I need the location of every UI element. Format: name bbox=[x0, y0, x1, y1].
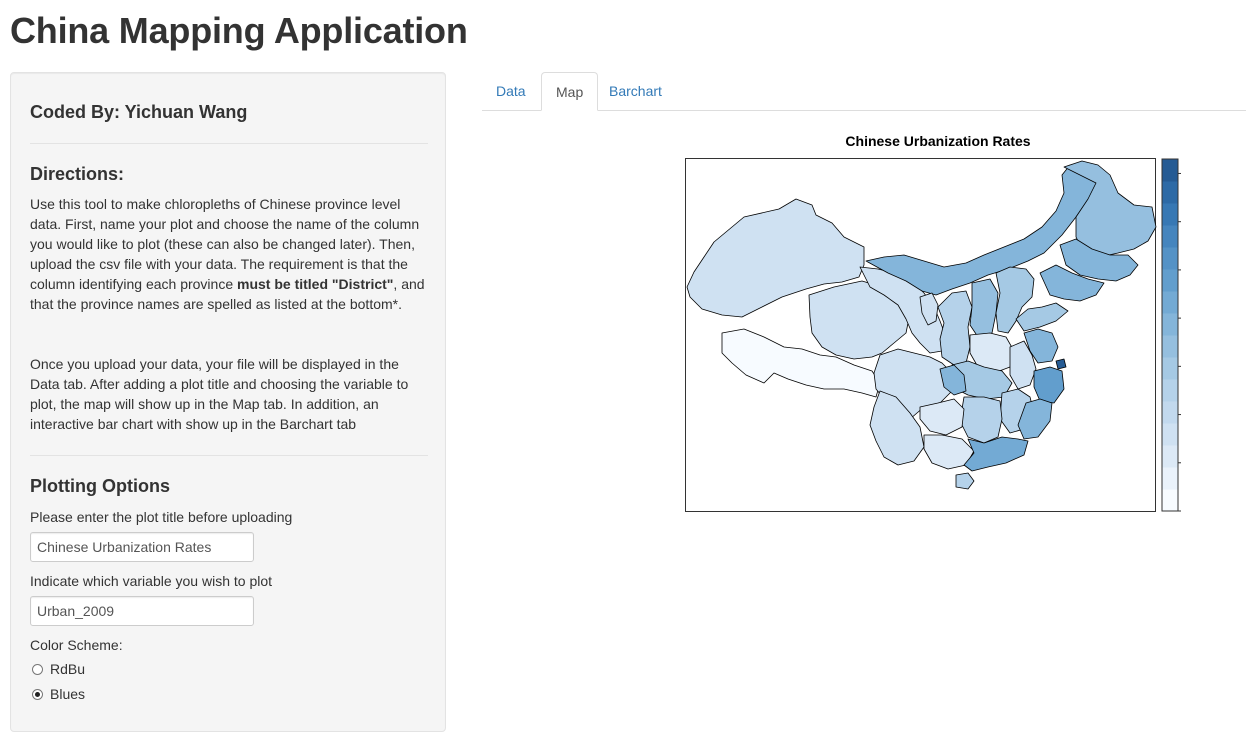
legend-swatch bbox=[1162, 269, 1178, 292]
directions-text-bold: must be titled "District" bbox=[237, 276, 394, 292]
divider bbox=[30, 455, 428, 456]
legend-swatch bbox=[1162, 291, 1178, 314]
directions-paragraph-1: Use this tool to make chloropleths of Ch… bbox=[30, 194, 426, 314]
legend-swatch bbox=[1162, 489, 1178, 512]
province-shanghai bbox=[1055, 358, 1067, 370]
color-scheme-label: Color Scheme: bbox=[30, 637, 123, 653]
tab-barchart[interactable]: Barchart bbox=[595, 72, 676, 110]
legend-swatch bbox=[1162, 379, 1178, 402]
app-title: China Mapping Application bbox=[10, 10, 468, 51]
plot-title-label: Please enter the plot title before uploa… bbox=[30, 509, 293, 525]
legend-swatch bbox=[1162, 401, 1178, 424]
radio-button-blues[interactable] bbox=[32, 688, 43, 700]
radio-option-rdbu[interactable]: RdBu bbox=[30, 659, 85, 679]
radio-button-rdbu[interactable] bbox=[32, 663, 43, 675]
radio-option-blues[interactable]: Blues bbox=[30, 684, 85, 704]
plot-title-input[interactable] bbox=[30, 532, 254, 562]
map-plot: 9080706050403020 bbox=[685, 158, 1181, 512]
province-shaanxi bbox=[937, 290, 973, 366]
plotting-options-heading: Plotting Options bbox=[30, 476, 170, 496]
radio-label-rdbu: RdBu bbox=[50, 661, 86, 677]
legend-swatch bbox=[1162, 225, 1178, 248]
directions-heading: Directions: bbox=[30, 164, 125, 184]
map-title: Chinese Urbanization Rates bbox=[845, 133, 1031, 149]
coded-by-heading: Coded By: Yichuan Wang bbox=[30, 102, 248, 122]
tab-map[interactable]: Map bbox=[541, 72, 599, 111]
radio-label-blues: Blues bbox=[50, 686, 86, 702]
variable-label: Indicate which variable you wish to plot bbox=[30, 573, 273, 589]
legend-swatch bbox=[1162, 357, 1178, 380]
sidebar-panel: Coded By: Yichuan Wang Directions: Use t… bbox=[10, 72, 446, 732]
legend-swatch bbox=[1162, 159, 1178, 182]
legend-swatch bbox=[1162, 247, 1178, 270]
color-legend: 9080706050403020 bbox=[1161, 158, 1181, 512]
legend-swatch bbox=[1162, 313, 1178, 336]
legend-swatch bbox=[1162, 335, 1178, 358]
legend-swatch bbox=[1162, 423, 1178, 446]
variable-input[interactable] bbox=[30, 596, 254, 626]
tab-bar: Data Map Barchart bbox=[482, 72, 1246, 111]
divider bbox=[30, 143, 428, 144]
legend-swatch bbox=[1162, 467, 1178, 490]
legend-swatch bbox=[1162, 445, 1178, 468]
directions-paragraph-2: Once you upload your data, your file wil… bbox=[30, 356, 409, 432]
legend-swatch bbox=[1162, 203, 1178, 226]
tab-data[interactable]: Data bbox=[482, 72, 540, 110]
legend-swatch bbox=[1162, 181, 1178, 204]
